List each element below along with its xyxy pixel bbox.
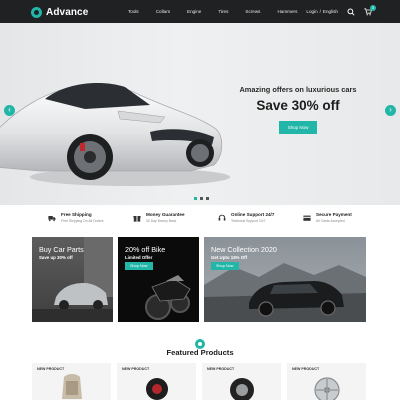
banner-bike[interactable]: 20% off Bike Limited Offer Shop Now <box>118 237 199 322</box>
hero-slider: Amazing offers on luxurious cars Save 30… <box>0 23 400 205</box>
hero-copy: Amazing offers on luxurious cars Save 30… <box>228 85 368 134</box>
search-icon[interactable] <box>347 7 355 16</box>
feature-online-support: Online Support 24/7 Technical Support 24/… <box>200 212 285 232</box>
steering-part-image <box>146 378 168 400</box>
banner-title: New Collection 2020 <box>211 245 277 254</box>
banner-car-parts[interactable]: Buy Car Parts Save up 30% off <box>32 237 113 322</box>
slider-dot-3[interactable] <box>206 197 209 200</box>
featured-products-heading: Featured Products <box>166 348 234 357</box>
top-header: Advance Tools Collars Engine Tires Screw… <box>0 0 400 23</box>
feature-sub: Free Shipping On All Orders <box>61 219 104 223</box>
banner-title: 20% off Bike <box>125 245 166 254</box>
main-nav: Tools Collars Engine Tires Screws Hammer… <box>128 0 314 23</box>
hero-subtitle: Amazing offers on luxurious cars <box>239 85 357 94</box>
banner-new-collection[interactable]: New Collection 2020 Get Upto 15% Off Sho… <box>204 237 366 322</box>
banner-subtitle: Save up 30% off <box>39 255 73 260</box>
feature-sub: All Cards Accepted <box>316 219 345 223</box>
cart-icon[interactable]: 0 <box>364 4 376 16</box>
header-actions: Login / English 0 <box>306 0 376 23</box>
payment-icon <box>303 215 311 221</box>
nav-item-tools[interactable]: Tools <box>128 9 139 14</box>
feature-sub: 30 Day Money Back <box>146 219 177 223</box>
banner-shop-now-button[interactable]: Shop Now <box>211 262 239 270</box>
product-card[interactable]: NEW PRODUCT <box>202 363 281 400</box>
hero-car-image <box>0 83 230 186</box>
product-card[interactable]: NEW PRODUCT <box>32 363 111 400</box>
tire-image <box>230 378 254 400</box>
feature-sub: Technical Support 24/7 <box>231 219 266 223</box>
alloy-wheel-image <box>314 377 340 400</box>
hero-shop-now-button[interactable]: Shop Now <box>278 121 318 134</box>
logo-icon <box>31 6 42 18</box>
support-icon <box>218 214 226 221</box>
new-product-tag: NEW PRODUCT <box>122 367 150 371</box>
banner-subtitle: Limited Offer <box>125 255 153 260</box>
new-product-tag: NEW PRODUCT <box>207 367 235 371</box>
nav-item-engine[interactable]: Engine <box>187 9 201 14</box>
nav-item-hammers[interactable]: Hammers <box>277 9 297 14</box>
new-product-tag: NEW PRODUCT <box>292 367 320 371</box>
feature-secure-payment: Secure Payment All Cards Accepted <box>285 212 370 232</box>
nav-item-collars[interactable]: Collars <box>156 9 170 14</box>
slider-dot-1[interactable] <box>194 197 197 200</box>
nav-item-screws[interactable]: Screws <box>245 9 260 14</box>
features-strip: Free Shipping Free Shipping On All Orders… <box>30 212 370 232</box>
product-card[interactable]: NEW PRODUCT <box>117 363 196 400</box>
slider-dot-2[interactable] <box>200 197 203 200</box>
feature-title: Money Guarantee <box>146 212 185 217</box>
logo[interactable]: Advance <box>31 4 88 20</box>
feature-free-shipping: Free Shipping Free Shipping On All Orders <box>30 212 115 232</box>
slider-pagination <box>194 197 209 200</box>
header-separator: / <box>319 9 321 14</box>
feature-money-guarantee: Money Guarantee 30 Day Money Back <box>115 212 200 232</box>
login-link[interactable]: Login <box>306 9 317 14</box>
featured-products-list: NEW PRODUCT NEW PRODUCT NEW PRODUCT NEW … <box>32 363 366 400</box>
hero-title: Save 30% off <box>256 98 340 113</box>
brand-name: Advance <box>46 6 89 18</box>
language-select[interactable]: English <box>323 9 338 14</box>
car-seat-image <box>62 374 82 399</box>
feature-title: Online Support 24/7 <box>231 212 275 217</box>
slider-prev-arrow-icon[interactable]: ‹ <box>4 105 15 116</box>
product-card[interactable]: NEW PRODUCT <box>287 363 366 400</box>
truck-icon <box>48 216 56 222</box>
slider-next-arrow-icon[interactable]: › <box>385 105 396 116</box>
feature-title: Secure Payment <box>316 212 352 217</box>
nav-item-tires[interactable]: Tires <box>218 9 228 14</box>
feature-title: Free Shipping <box>61 212 92 217</box>
gift-icon <box>133 216 141 222</box>
banner-subtitle: Get Upto 15% Off <box>211 255 248 260</box>
banner-title: Buy Car Parts <box>39 245 84 254</box>
banner-shop-now-button[interactable]: Shop Now <box>125 262 153 270</box>
cart-count-badge: 0 <box>370 4 376 11</box>
new-product-tag: NEW PRODUCT <box>37 367 65 371</box>
